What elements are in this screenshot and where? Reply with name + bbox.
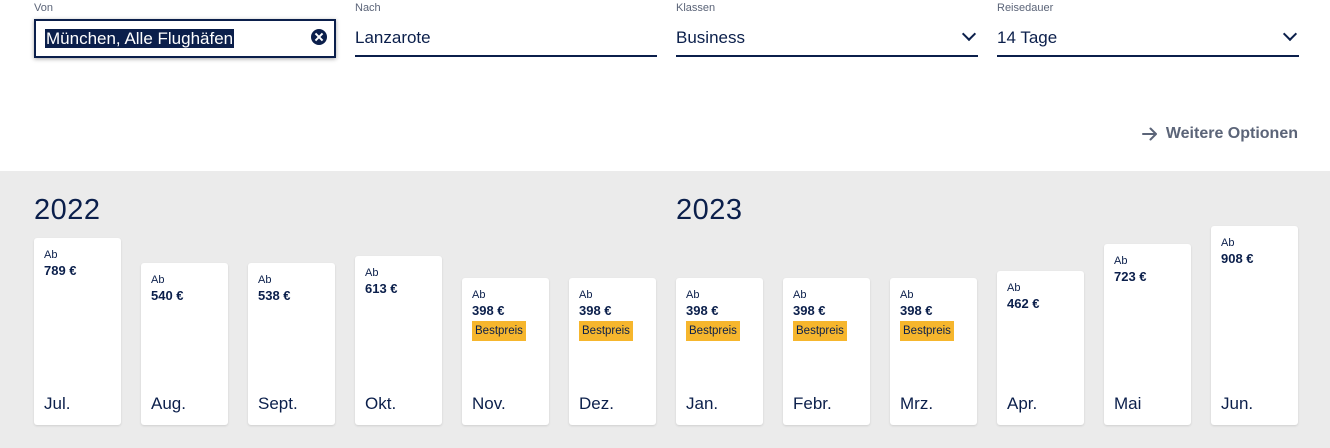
month-price: 398 € (579, 303, 612, 318)
month-card[interactable]: Ab 398 € Bestpreis Nov. (462, 278, 549, 425)
month-label: Okt. (365, 394, 397, 413)
month-card[interactable]: Ab 540 € Aug. (141, 263, 228, 425)
price-prefix: Ab (44, 249, 58, 261)
price-prefix: Ab (1007, 282, 1021, 294)
price-prefix: Ab (579, 289, 593, 301)
month-price: 613 € (365, 281, 398, 296)
from-input[interactable]: München, Alle Flughäfen (34, 19, 336, 58)
duration-label: Reisedauer (997, 2, 1054, 14)
duration-value[interactable]: 14 Tage (997, 28, 1057, 48)
month-price: 398 € (900, 303, 933, 318)
price-prefix: Ab (365, 267, 379, 279)
price-prefix: Ab (900, 289, 914, 301)
month-card[interactable]: Ab 613 € Okt. (355, 256, 442, 425)
year-label-2023: 2023 (676, 194, 743, 226)
best-price-badge: Bestpreis (793, 321, 847, 341)
month-price: 540 € (151, 288, 184, 303)
month-label: Jun. (1221, 394, 1254, 413)
duration-select[interactable]: 14 Tage (997, 19, 1299, 57)
month-card[interactable]: Ab 398 € Bestpreis Jan. (676, 278, 763, 425)
to-value[interactable]: Lanzarote (355, 28, 431, 48)
best-price-badge: Bestpreis (900, 321, 954, 341)
year-label-2022: 2022 (34, 194, 101, 226)
month-card[interactable]: Ab 462 € Apr. (997, 271, 1084, 425)
month-price: 462 € (1007, 296, 1040, 311)
month-price: 398 € (472, 303, 505, 318)
to-input[interactable]: Lanzarote (355, 19, 657, 57)
month-card[interactable]: Ab 398 € Bestpreis Mrz. (890, 278, 977, 425)
month-card[interactable]: Ab 538 € Sept. (248, 263, 335, 425)
month-label: Dez. (579, 394, 614, 413)
from-value[interactable]: München, Alle Flughäfen (45, 29, 235, 49)
best-price-badge: Bestpreis (579, 321, 633, 341)
to-label: Nach (355, 2, 381, 14)
from-selected-text[interactable]: München, Alle Flughäfen (45, 29, 235, 48)
month-label: Mai (1114, 394, 1142, 413)
month-label: Jan. (686, 394, 719, 413)
clear-icon[interactable] (311, 29, 327, 45)
month-label: Sept. (258, 394, 298, 413)
best-price-badge: Bestpreis (686, 321, 740, 341)
price-prefix: Ab (258, 274, 272, 286)
month-price: 789 € (44, 263, 77, 278)
chevron-down-icon[interactable] (961, 26, 977, 42)
month-card[interactable]: Ab 908 € Jun. (1211, 226, 1298, 425)
month-card[interactable]: Ab 723 € Mai (1104, 244, 1191, 425)
price-prefix: Ab (151, 274, 165, 286)
month-label: Apr. (1007, 394, 1038, 413)
price-prefix: Ab (793, 289, 807, 301)
class-value[interactable]: Business (676, 28, 745, 48)
month-label: Nov. (472, 394, 506, 413)
price-prefix: Ab (1114, 255, 1128, 267)
price-prefix: Ab (472, 289, 486, 301)
arrow-right-icon (1141, 127, 1157, 141)
month-card[interactable]: Ab 789 € Jul. (34, 238, 121, 425)
month-price: 908 € (1221, 251, 1254, 266)
month-label: Aug. (151, 394, 186, 413)
class-label: Klassen (676, 2, 716, 14)
best-price-badge: Bestpreis (472, 321, 526, 341)
price-prefix: Ab (1221, 237, 1235, 249)
month-card[interactable]: Ab 398 € Bestpreis Febr. (783, 278, 870, 425)
month-label: Febr. (793, 394, 832, 413)
month-price: 398 € (686, 303, 719, 318)
month-calendar: 2022 2023 Ab 789 € Jul. Ab 540 € Aug. Ab 538 € S… (0, 171, 1330, 448)
month-label: Mrz. (900, 394, 934, 413)
chevron-down-icon[interactable] (1282, 26, 1298, 42)
from-label: Von (34, 2, 53, 14)
month-label: Jul. (44, 394, 71, 413)
month-price: 398 € (793, 303, 826, 318)
month-card[interactable]: Ab 398 € Bestpreis Dez. (569, 278, 656, 425)
more-options-label[interactable]: Weitere Optionen (1166, 125, 1298, 143)
price-prefix: Ab (686, 289, 700, 301)
month-price: 538 € (258, 288, 291, 303)
class-select[interactable]: Business (676, 19, 978, 57)
more-options-link[interactable]: Weitere Optionen (1141, 125, 1298, 143)
month-price: 723 € (1114, 269, 1147, 284)
